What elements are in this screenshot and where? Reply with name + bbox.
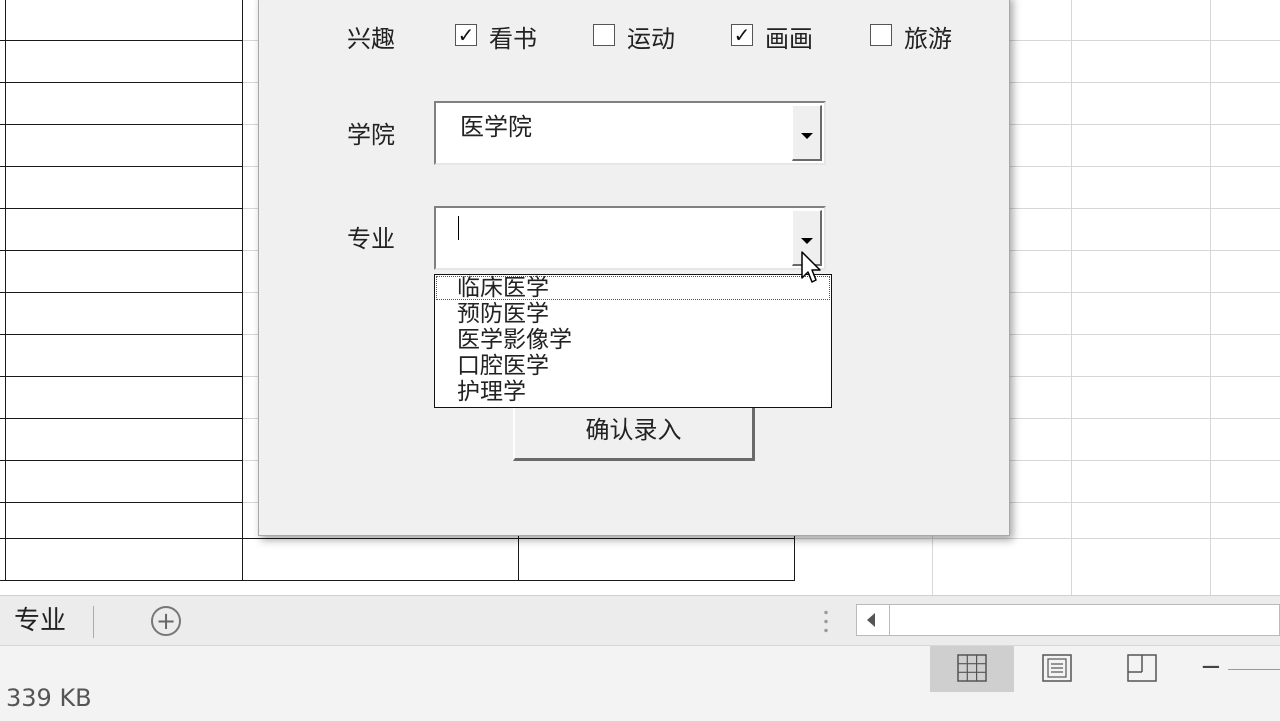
sheet-tab-major[interactable]: 专业 bbox=[14, 600, 66, 637]
table-border bbox=[0, 418, 243, 419]
major-label: 专业 bbox=[347, 225, 395, 253]
college-dropdown-button[interactable] bbox=[792, 105, 822, 161]
travel-checkbox[interactable] bbox=[870, 24, 892, 46]
dropdown-arrow-icon bbox=[801, 133, 813, 139]
scroll-left-button[interactable] bbox=[857, 605, 890, 635]
table-border bbox=[0, 538, 795, 539]
table-border bbox=[0, 124, 243, 125]
check-icon: ✓ bbox=[457, 23, 475, 47]
zoom-slider[interactable] bbox=[1228, 669, 1280, 670]
page-layout-view-button[interactable] bbox=[1015, 646, 1099, 692]
drawing-label: 画画 bbox=[765, 25, 813, 53]
major-option[interactable]: 临床医学 bbox=[435, 275, 831, 301]
college-value: 医学院 bbox=[460, 113, 532, 141]
check-icon: ✓ bbox=[733, 23, 751, 47]
major-dropdown-list[interactable]: 临床医学 预防医学 医学影像学 口腔医学 护理学 bbox=[434, 274, 832, 408]
table-border bbox=[0, 166, 243, 167]
table-border bbox=[0, 250, 243, 251]
horizontal-scrollbar[interactable] bbox=[856, 604, 1280, 636]
grid-line bbox=[1071, 0, 1072, 595]
major-combobox[interactable] bbox=[434, 206, 826, 270]
sports-checkbox[interactable] bbox=[593, 24, 615, 46]
tab-separator bbox=[93, 606, 94, 638]
text-caret bbox=[458, 216, 459, 240]
table-border bbox=[0, 460, 243, 461]
table-border bbox=[0, 502, 243, 503]
add-sheet-icon[interactable]: + bbox=[151, 606, 181, 636]
drawing-checkbox[interactable]: ✓ bbox=[731, 24, 753, 46]
table-border bbox=[0, 82, 243, 83]
triangle-left-icon bbox=[867, 613, 875, 627]
interest-label: 兴趣 bbox=[347, 25, 395, 53]
status-bar: 339 KB − bbox=[0, 645, 1280, 721]
major-option[interactable]: 口腔医学 bbox=[435, 353, 831, 379]
table-border bbox=[0, 208, 243, 209]
grid-line bbox=[1210, 0, 1211, 595]
normal-view-button[interactable] bbox=[930, 646, 1014, 692]
sports-label: 运动 bbox=[627, 25, 675, 53]
table-border bbox=[0, 40, 243, 41]
reading-checkbox[interactable]: ✓ bbox=[455, 24, 477, 46]
mouse-cursor-icon bbox=[801, 251, 821, 283]
sheet-tab-bar: 专业 + bbox=[0, 595, 1280, 646]
table-border bbox=[5, 0, 6, 581]
table-border bbox=[0, 292, 243, 293]
page-break-view-button[interactable] bbox=[1100, 646, 1184, 692]
travel-label: 旅游 bbox=[904, 25, 952, 53]
confirm-entry-button[interactable]: 确认录入 bbox=[513, 399, 755, 461]
grid-view-icon bbox=[957, 654, 987, 682]
page-break-icon bbox=[1127, 654, 1157, 682]
college-combobox[interactable]: 医学院 bbox=[434, 101, 826, 165]
table-border bbox=[0, 376, 243, 377]
user-form-dialog: 兴趣 ✓ 看书 运动 ✓ 画画 旅游 学院 医学院 专业 确认录入 临床医学 预… bbox=[258, 0, 1010, 536]
dropdown-arrow-icon bbox=[801, 238, 813, 244]
reading-label: 看书 bbox=[489, 25, 537, 53]
file-size: 339 KB bbox=[6, 684, 92, 712]
scroll-splitter-grip[interactable] bbox=[824, 608, 828, 636]
table-border bbox=[0, 580, 795, 581]
major-option[interactable]: 预防医学 bbox=[435, 301, 831, 327]
zoom-out-button[interactable]: − bbox=[1200, 652, 1222, 682]
page-layout-icon bbox=[1042, 654, 1072, 682]
table-border bbox=[242, 0, 243, 581]
major-option[interactable]: 护理学 bbox=[435, 379, 831, 405]
table-border bbox=[0, 334, 243, 335]
major-option[interactable]: 医学影像学 bbox=[435, 327, 831, 353]
college-label: 学院 bbox=[347, 121, 395, 149]
